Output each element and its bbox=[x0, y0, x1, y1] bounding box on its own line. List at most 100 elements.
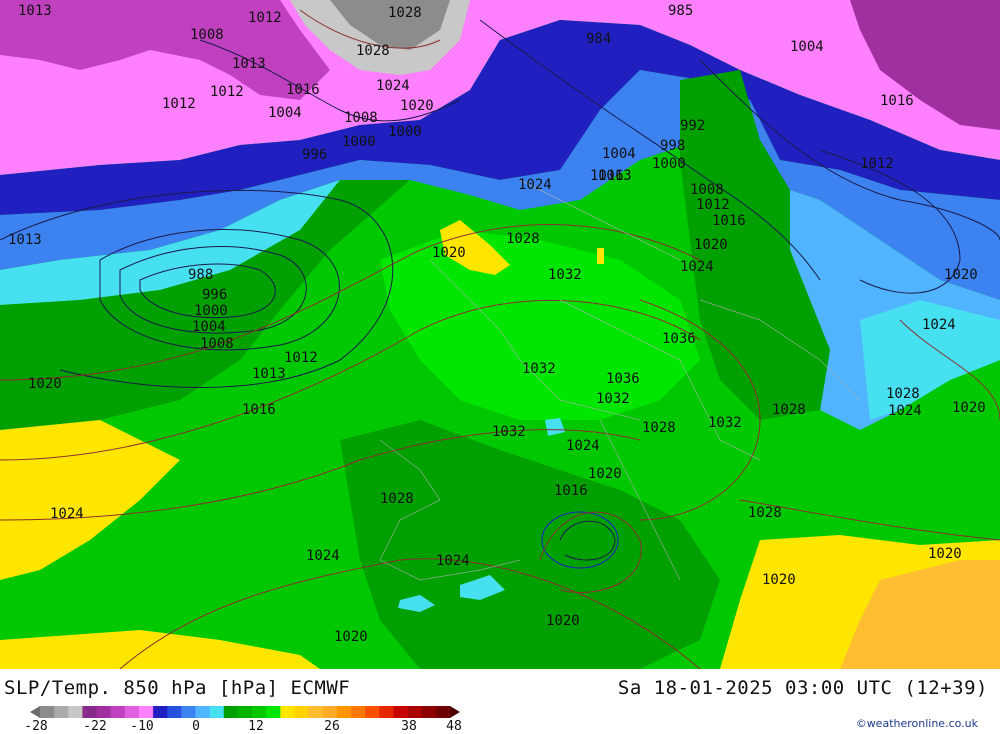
isobar-label: 1004 bbox=[268, 105, 302, 121]
isobar-label: 1024 bbox=[922, 317, 956, 333]
isobar-label: 1020 bbox=[762, 572, 796, 588]
isobar-label: 1020 bbox=[694, 237, 728, 253]
isobar-label: 1024 bbox=[376, 78, 410, 94]
valid-time-label: Sa 18-01-2025 03:00 UTC (12+39) bbox=[617, 677, 988, 699]
isobar-label: 1020 bbox=[334, 629, 368, 645]
isobar-label: 1032 bbox=[596, 391, 630, 407]
isobar-label: 1024 bbox=[436, 553, 470, 569]
isobar-label: 1020 bbox=[28, 376, 62, 392]
isobar-label: 984 bbox=[586, 31, 611, 47]
isobar-label: 1013 bbox=[252, 366, 286, 382]
isobar-label: 1024 bbox=[50, 506, 84, 522]
colorbar-arrow-left bbox=[30, 706, 40, 718]
isobar-label: 1004 bbox=[790, 39, 824, 55]
isobar-label: 1036 bbox=[662, 331, 696, 347]
colorbar-swatch bbox=[421, 706, 437, 718]
isobar-label: 1020 bbox=[952, 400, 986, 416]
colorbar-swatch bbox=[153, 706, 168, 718]
colorbar-swatch bbox=[209, 706, 225, 718]
colorbar-tick-labels: -28 -22 -10 0 12 26 38 48 bbox=[0, 719, 480, 734]
colorbar-swatch bbox=[365, 706, 380, 718]
colorbar-tick: -28 bbox=[24, 719, 48, 734]
isobar-label: 1036 bbox=[606, 371, 640, 387]
colorbar-swatch bbox=[294, 706, 310, 718]
isobar-label: 1012 bbox=[284, 350, 318, 366]
isobar-label: 1012 bbox=[162, 96, 196, 112]
isobar-label: 1024 bbox=[566, 438, 600, 454]
colorbar-swatch bbox=[407, 706, 423, 718]
colorbar-tick: -10 bbox=[130, 719, 154, 734]
colorbar-swatch bbox=[167, 706, 182, 718]
isobar-label: 1016 bbox=[554, 483, 588, 499]
colorbar-tick: 12 bbox=[248, 719, 264, 734]
colorbar-tick: 0 bbox=[192, 719, 200, 734]
colorbar-swatch bbox=[379, 706, 394, 718]
isobar-label: 1028 bbox=[356, 43, 390, 59]
isobar-label: 1028 bbox=[642, 420, 676, 436]
isobar-label: 992 bbox=[680, 118, 705, 134]
isobar-label: 1008 bbox=[190, 27, 224, 43]
colorbar-swatch bbox=[237, 706, 253, 718]
isobar-label: 1024 bbox=[518, 177, 552, 193]
isobar-label: 1028 bbox=[380, 491, 414, 507]
isobar-label: 1020 bbox=[928, 546, 962, 562]
isobar-label: 1013 bbox=[232, 56, 266, 72]
map-title: SLP/Temp. 850 hPa [hPa] ECMWF bbox=[4, 677, 351, 699]
colorbar-swatch bbox=[82, 706, 98, 718]
colorbar-swatch bbox=[280, 706, 295, 718]
weather-map[interactable]: 1013 1012 1028 985 1008 1013 1028 984 10… bbox=[0, 0, 1000, 669]
isobar-label: 1032 bbox=[492, 424, 526, 440]
isobar-label: 1020 bbox=[546, 613, 580, 629]
isobar-label: 1016 bbox=[286, 82, 320, 98]
colorbar-swatch bbox=[40, 706, 55, 718]
colorbar-swatch bbox=[54, 706, 69, 718]
isobar-label: 996 bbox=[202, 287, 227, 303]
isobar-label: 1013 bbox=[598, 168, 632, 184]
colorbar-swatch bbox=[266, 706, 281, 718]
colorbar-swatch bbox=[223, 706, 239, 718]
isobar-label: 1012 bbox=[860, 156, 894, 172]
isobar-label: 1032 bbox=[522, 361, 556, 377]
isobar-label: 1012 bbox=[248, 10, 282, 26]
isobar-label: 1016 bbox=[712, 213, 746, 229]
temperature-colorbar bbox=[30, 706, 460, 718]
colorbar-swatch bbox=[96, 706, 112, 718]
isobar-label: 1013 bbox=[18, 3, 52, 19]
isobar-label: 1000 bbox=[194, 303, 228, 319]
colorbar-tick: 38 bbox=[401, 719, 417, 734]
isobar-label: 985 bbox=[668, 3, 693, 19]
isobar-label: 1000 bbox=[342, 134, 376, 150]
isobar-label: 988 bbox=[188, 267, 213, 283]
isobar-label: 1028 bbox=[886, 386, 920, 402]
isobar-label: 1013 bbox=[8, 232, 42, 248]
isobar-label: 1008 bbox=[344, 110, 378, 126]
isobar-label: 1012 bbox=[696, 197, 730, 213]
colorbar-swatch bbox=[308, 706, 324, 718]
temp-zone-yellow-dot bbox=[597, 248, 604, 264]
credit-link[interactable]: ©weatheronline.co.uk bbox=[856, 717, 978, 730]
isobar-label: 1000 bbox=[652, 156, 686, 172]
isobar-label: 1008 bbox=[200, 336, 234, 352]
colorbar-swatch bbox=[322, 706, 338, 718]
isobar-label: 1020 bbox=[400, 98, 434, 114]
isobar-label: 1004 bbox=[602, 146, 636, 162]
isobar-label: 1028 bbox=[506, 231, 540, 247]
colorbar-swatch bbox=[435, 706, 451, 718]
isobar-label: 1020 bbox=[432, 245, 466, 261]
isobar-label: 1028 bbox=[388, 5, 422, 21]
isobar-label: 998 bbox=[660, 138, 685, 154]
colorbar-tick: 48 bbox=[446, 719, 462, 734]
colorbar-swatch bbox=[68, 706, 83, 718]
colorbar-tick: -22 bbox=[83, 719, 107, 734]
colorbar-tick: 26 bbox=[324, 719, 340, 734]
isobar-label: 1016 bbox=[880, 93, 914, 109]
isobar-label: 1004 bbox=[192, 319, 226, 335]
isobar-label: 1024 bbox=[306, 548, 340, 564]
colorbar-swatch bbox=[138, 706, 154, 718]
colorbar-swatch bbox=[252, 706, 267, 718]
isobar-label: 1028 bbox=[772, 402, 806, 418]
colorbar-swatch bbox=[181, 706, 197, 718]
colorbar-swatch bbox=[195, 706, 211, 718]
isobar-label: 1016 bbox=[242, 402, 276, 418]
isobar-label: 1008 bbox=[690, 182, 724, 198]
